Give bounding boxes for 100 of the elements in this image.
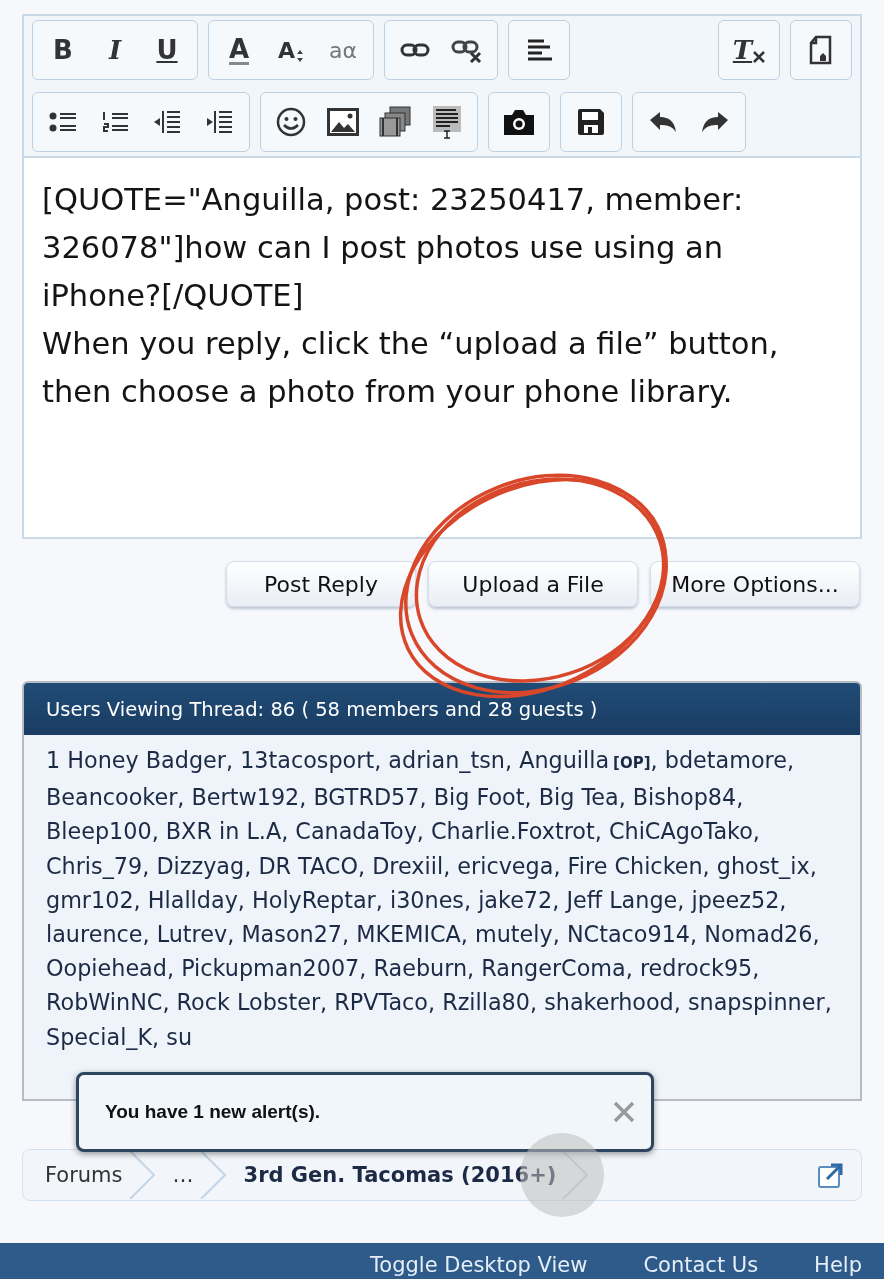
separator-text: , (702, 852, 710, 879)
member-link[interactable]: DR TACO (258, 852, 358, 879)
form-button[interactable]: Upload a File (428, 561, 638, 607)
member-link[interactable]: 13tacosport (240, 747, 375, 773)
member-link[interactable]: ericvega (457, 852, 554, 879)
text-style-button[interactable]: aα (317, 23, 369, 77)
member-link[interactable]: Bertw192 (191, 784, 300, 811)
member-link[interactable]: Anguilla (519, 747, 610, 773)
chevron-icon (562, 1151, 589, 1199)
separator-text: , (736, 784, 744, 811)
member-link[interactable]: Mason27 (241, 921, 343, 947)
form-button[interactable]: Post Reply (226, 561, 416, 607)
member-link[interactable]: Bishop84 (632, 784, 737, 811)
member-link[interactable]: HolyReptar (252, 886, 376, 913)
member-link[interactable]: snapspinner (687, 989, 825, 1016)
footer-link[interactable]: Help (814, 1253, 862, 1279)
separator-text: , (416, 818, 424, 845)
member-link[interactable]: Rzilla80 (442, 989, 530, 1016)
message-text-area[interactable]: [QUOTE="Anguilla, post: 23250417, member: 326078"]how can I post photos use using an iPhone?[/QUOTE] When you reply, click the “upload a file” button, then choose a photo from your phone library. (24, 158, 860, 537)
member-link[interactable]: i30nes (389, 886, 464, 913)
member-link[interactable]: Charlie.Foxtrot (431, 818, 595, 845)
op-tag: [OP] (613, 754, 651, 772)
separator-text: , (524, 784, 532, 811)
member-link[interactable]: jake72 (478, 886, 553, 913)
separator-text: , (752, 955, 760, 982)
member-link[interactable]: shakerhood (544, 989, 674, 1016)
member-link[interactable]: adrian_tsn (388, 747, 505, 773)
member-link[interactable]: Rock Lobster (176, 989, 321, 1016)
member-link[interactable]: bdetamore (664, 747, 787, 773)
member-link[interactable]: Bleep100 (46, 818, 152, 845)
member-link[interactable]: Raeburn (373, 955, 468, 982)
separator-text: , (529, 989, 538, 1016)
member-link[interactable]: ghost_ix (716, 852, 810, 879)
separator-text: , (752, 818, 760, 845)
font-color-button[interactable]: A (213, 23, 265, 77)
member-link[interactable]: Pickupman2007 (181, 955, 360, 982)
separator-text: , (152, 1023, 160, 1050)
breadcrumb-link[interactable]: Forums (45, 1163, 129, 1187)
member-link[interactable]: Beancooker (46, 784, 178, 811)
member-link[interactable]: gmr102 (46, 886, 134, 913)
italic-button[interactable]: I (89, 23, 141, 77)
member-link[interactable]: Chris_79 (46, 852, 143, 879)
member-link[interactable]: NCtaco914 (566, 921, 691, 947)
separator-text: , (673, 989, 681, 1016)
breadcrumb-link[interactable]: … (172, 1163, 200, 1187)
separator-text: , (625, 955, 633, 982)
member-link[interactable]: mutely (475, 921, 553, 947)
member-link[interactable]: Jeff Lange (566, 886, 678, 913)
member-link[interactable]: Dizzyag (156, 852, 245, 879)
clear-format-button[interactable]: T (723, 23, 775, 77)
underline-button[interactable]: U (141, 23, 193, 77)
member-link[interactable]: BXR in L.A (165, 818, 282, 845)
separator-text: , (467, 955, 475, 982)
outdent-icon (153, 109, 181, 135)
separator-text: , (166, 955, 175, 982)
member-link[interactable]: jpeez52 (691, 886, 780, 913)
member-link[interactable]: Special_K (46, 1023, 153, 1050)
camera-icon (502, 108, 536, 136)
font-size-button[interactable]: A (265, 23, 317, 77)
breadcrumb-link[interactable]: 3rd Gen. Tacomas (2016+) (243, 1163, 563, 1187)
separator-text: , (464, 886, 472, 913)
smiley-icon (276, 107, 306, 137)
close-icon (753, 51, 766, 63)
save-icon (576, 107, 606, 137)
member-link[interactable]: Lutrev (156, 921, 228, 947)
member-link[interactable]: RPVTaco (334, 989, 428, 1016)
member-link[interactable]: MKEMICA (356, 921, 461, 947)
member-link[interactable]: Big Tea (538, 784, 619, 811)
bullet-list-icon (49, 110, 77, 134)
footer-link[interactable]: Toggle Desktop View (370, 1253, 588, 1279)
separator-text: , (225, 747, 234, 773)
member-link[interactable]: 1 Honey Badger (46, 747, 226, 773)
member-link[interactable]: Big Foot (433, 784, 525, 811)
size-arrows-icon (296, 49, 304, 63)
member-link[interactable]: Hlallday (147, 886, 238, 913)
separator-text: , (809, 852, 817, 879)
member-link[interactable]: CanadaToy (295, 818, 417, 845)
close-icon[interactable] (613, 1101, 635, 1123)
member-link[interactable]: su (166, 1023, 193, 1050)
member-link[interactable]: Fire Chicken (567, 852, 703, 879)
jump-icon[interactable] (817, 1161, 845, 1189)
member-link[interactable]: Nomad26 (704, 921, 813, 947)
separator-text: , (177, 784, 185, 811)
bold-button[interactable]: B (37, 23, 89, 77)
footer-link[interactable]: Contact Us (643, 1253, 759, 1279)
separator-text: , (552, 886, 560, 913)
member-link[interactable]: laurence (46, 921, 143, 947)
separator-text: , (824, 989, 832, 1016)
separator-text: , (320, 989, 328, 1016)
member-link[interactable]: Oopiehead (46, 955, 167, 982)
member-link[interactable]: Drexiil (372, 852, 444, 879)
form-button[interactable]: More Options... (650, 561, 860, 607)
member-link[interactable]: BGTRD57 (313, 784, 420, 811)
member-link[interactable]: ChiCAgoTako (608, 818, 753, 845)
separator-text: , (142, 921, 150, 947)
member-link[interactable]: RangerComa (481, 955, 626, 982)
numbered-list-icon (101, 110, 129, 134)
align-left-icon (526, 38, 552, 62)
member-link[interactable]: RobWinNC (46, 989, 163, 1016)
member-link[interactable]: redrock95 (639, 955, 753, 982)
